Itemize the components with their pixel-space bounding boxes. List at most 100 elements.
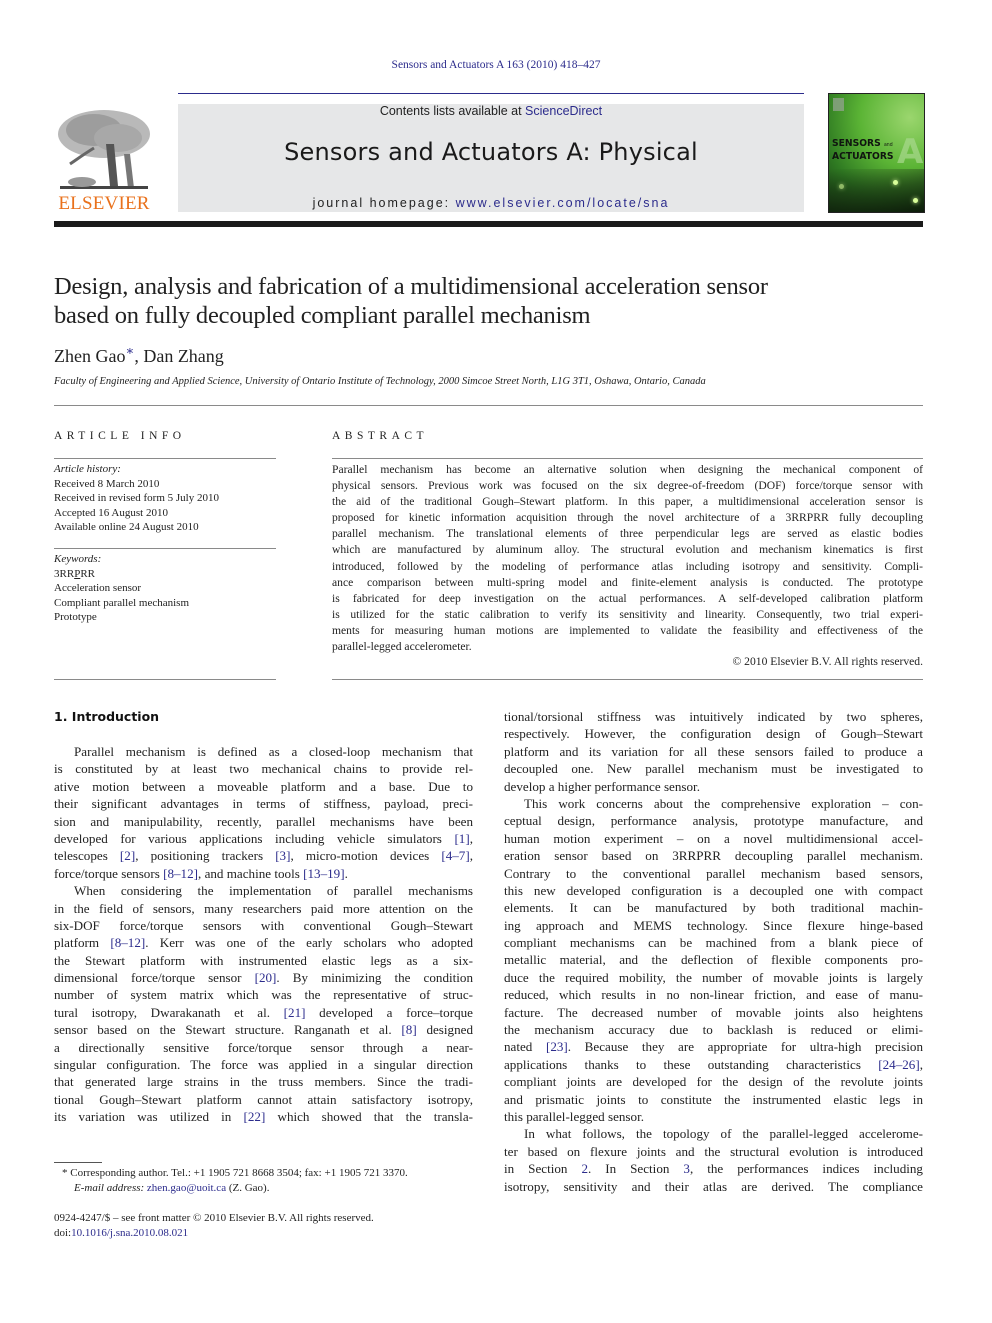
body-text-line: ceptual design, performance analysis, pr… xyxy=(504,813,923,829)
journal-cover-thumbnail[interactable]: A SENSORS and ACTUATORS xyxy=(828,93,925,213)
footnote-mark: * xyxy=(62,1167,68,1179)
doi-prefix: doi: xyxy=(54,1227,72,1239)
email-link[interactable]: zhen.gao@uoit.ca xyxy=(147,1182,226,1194)
keywords: Keywords: 3RRPRR Acceleration sensor Com… xyxy=(54,552,276,625)
footnote-line: * Corresponding author. Tel.: +1 1905 72… xyxy=(62,1166,482,1181)
elsevier-wordmark: ELSEVIER xyxy=(58,193,150,214)
citation-link[interactable]: [8–12] xyxy=(163,866,198,881)
author-name: Zhen Gao xyxy=(54,346,126,366)
body-text-line: singular configuration. The force was ap… xyxy=(54,1057,473,1073)
body-text-line: a directionally sensitive force/torque s… xyxy=(54,1039,473,1055)
section-ref-link[interactable]: 2 xyxy=(581,1161,588,1176)
body-right-column: tional/torsional stiffness was intuitive… xyxy=(504,708,923,1195)
footnote-corresponding: * Corresponding author. Tel.: +1 1905 72… xyxy=(62,1166,482,1196)
body-text-line: its variation was utilized in [22] which… xyxy=(54,1109,473,1125)
abstract-line: proposed for kinetic information acquisi… xyxy=(332,511,923,525)
citation-link[interactable]: [22] xyxy=(244,1109,266,1124)
body-text-line: metallic material, and the deflection of… xyxy=(504,952,923,968)
citation-link[interactable]: [1] xyxy=(454,831,469,846)
doi-link[interactable]: 10.1016/j.sna.2010.08.021 xyxy=(71,1227,188,1239)
body-text-line: is constituted by at least two mechanica… xyxy=(54,761,473,777)
body-text-line: in Section 2. In Section 3, the performa… xyxy=(504,1161,923,1177)
masthead-bottom-rule xyxy=(54,221,923,227)
body-text-line: facture. The decreased number of movable… xyxy=(504,1004,923,1020)
cover-title: SENSORS and ACTUATORS xyxy=(832,138,894,163)
body-text-line: six-DOF force/torque sensors with conven… xyxy=(54,917,473,933)
section-ref-link[interactable]: 3 xyxy=(683,1161,690,1176)
abstract-line: is utilized for the static calibration t… xyxy=(332,607,923,621)
running-head[interactable]: Sensors and Actuators A 163 (2010) 418–4… xyxy=(0,59,992,71)
body-text-line: develop a higher performance sensor. xyxy=(504,778,700,794)
keyword-item: Acceleration sensor xyxy=(54,582,142,594)
keyword-part: RR xyxy=(80,567,95,580)
cover-light-icon xyxy=(913,198,918,203)
body-text-line: ter based on flexure joints and the stru… xyxy=(504,1143,923,1159)
divider xyxy=(332,458,923,459)
author-name: Dan Zhang xyxy=(143,346,224,366)
cover-title-line1: SENSORS xyxy=(832,138,881,149)
body-text-line: reduced, which results in no non-linear … xyxy=(504,987,923,1003)
citation-link[interactable]: [20] xyxy=(255,970,277,985)
body-text-line: number of system matrix which was the re… xyxy=(54,987,473,1003)
article-title-line: based on fully decoupled compliant paral… xyxy=(54,302,591,329)
article-history: Article history: Received 8 March 2010 R… xyxy=(54,462,276,535)
abstract-copyright: © 2010 Elsevier B.V. All rights reserved… xyxy=(732,655,923,668)
footnote-text: Corresponding author. Tel.: +1 1905 721 … xyxy=(70,1167,408,1179)
body-text-line: This work concerns about the comprehensi… xyxy=(524,795,923,811)
contents-line: Contents lists available at ScienceDirec… xyxy=(178,104,804,118)
citation-link[interactable]: [8] xyxy=(401,1022,416,1037)
body-text-line: telescopes [2], positioning trackers [3]… xyxy=(54,848,473,864)
citation-link[interactable]: [24–26] xyxy=(878,1057,919,1072)
citation-link[interactable]: [4–7] xyxy=(441,848,469,863)
history-item: Available online 24 August 2010 xyxy=(54,521,199,533)
article-history-label: Article history: xyxy=(54,463,121,475)
abstract-line: Parallel mechanism has become an alterna… xyxy=(332,463,923,476)
contents-prefix: Contents lists available at xyxy=(379,104,526,118)
body-text-line: applications thanks to these outstanding… xyxy=(504,1056,923,1072)
abstract-line: ments for measuring human motions are im… xyxy=(332,623,923,637)
citation-link[interactable]: [8–12] xyxy=(110,935,145,950)
body-text-line: the Stewart platform with instrumented e… xyxy=(54,952,473,968)
citation-link[interactable]: [21] xyxy=(284,1005,306,1020)
body-text-line: this parallel-legged sensor. xyxy=(504,1108,644,1124)
body-text-line: this new developed configuration is a de… xyxy=(504,882,923,898)
body-text-line: compliant joints are developed for the d… xyxy=(504,1074,923,1090)
tree-icon xyxy=(58,110,150,189)
body-text-line: When considering the implementation of p… xyxy=(74,883,473,899)
header-rule xyxy=(178,93,804,94)
citation-link[interactable]: [2] xyxy=(120,848,135,863)
abstract-line: is fabricated for deep investigation on … xyxy=(332,591,923,605)
keywords-label: Keywords: xyxy=(54,553,102,565)
citation-link[interactable]: [23] xyxy=(546,1039,568,1054)
abstract-line: the aid of the traditional Gough–Stewart… xyxy=(332,495,923,509)
cover-decoration xyxy=(829,169,924,212)
body-text-line: sensor based on the Stewart structure. R… xyxy=(54,1022,473,1038)
citation-link[interactable]: [13–19] xyxy=(303,866,344,881)
author-list: Zhen Gao∗, Dan Zhang xyxy=(54,343,224,367)
body-text-line: eration sensor based on 3RRPRR decouplin… xyxy=(504,848,923,864)
cover-title-and: and xyxy=(883,142,893,148)
cover-light-icon xyxy=(839,184,844,189)
body-text-line: elements. It can be manufactured by both… xyxy=(504,900,923,916)
citation-link[interactable]: [3] xyxy=(275,848,290,863)
history-item: Received 8 March 2010 xyxy=(54,477,160,490)
abstract-line: introduced, followed by the modeling of … xyxy=(332,559,923,573)
body-text-line: respectively. However, the configuration… xyxy=(504,726,923,742)
section-heading-introduction: 1. Introduction xyxy=(54,709,160,724)
body-text-line: their significant advantages in terms of… xyxy=(54,796,473,812)
footnote-rule xyxy=(54,1162,102,1163)
corresponding-author-mark[interactable]: ∗ xyxy=(125,343,134,358)
sciencedirect-link[interactable]: ScienceDirect xyxy=(525,104,602,118)
body-text-line: and prismatic joints to constitute the i… xyxy=(504,1091,923,1107)
email-suffix: (Z. Gao). xyxy=(226,1182,270,1194)
article-info-heading: ARTICLE INFO xyxy=(54,430,186,442)
body-text-line: developed for various applications inclu… xyxy=(54,830,473,846)
cover-light-icon xyxy=(893,180,898,185)
body-text-line: nated [23]. Because they are appropriate… xyxy=(504,1039,923,1055)
journal-homepage: journal homepage: www.elsevier.com/locat… xyxy=(178,196,804,210)
abstract-text: Parallel mechanism has become an alterna… xyxy=(332,462,923,655)
body-text-line: human motion experiment – on a novel mul… xyxy=(504,830,923,846)
body-text-line: platform [8–12]. Kerr was one of the ear… xyxy=(54,935,473,951)
homepage-link[interactable]: www.elsevier.com/locate/sna xyxy=(456,196,670,210)
article-title: Design, analysis and fabrication of a mu… xyxy=(54,272,934,330)
